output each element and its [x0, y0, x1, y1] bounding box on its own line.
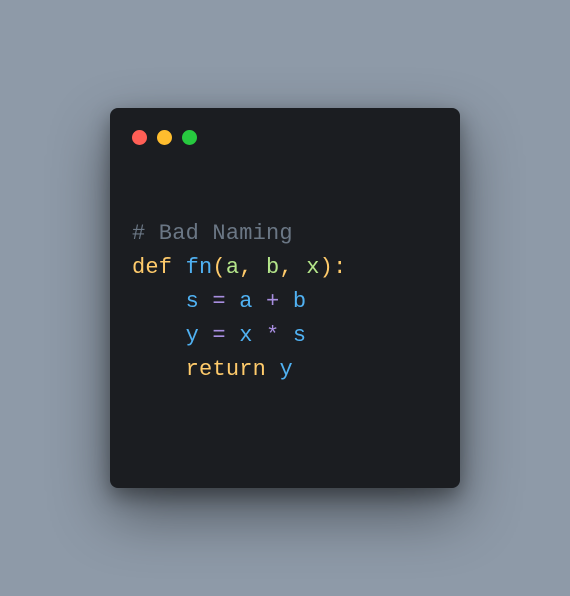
- close-icon[interactable]: [132, 130, 147, 145]
- op-eq: =: [212, 323, 225, 348]
- op-eq: =: [212, 289, 225, 314]
- space: [253, 289, 266, 314]
- zoom-icon[interactable]: [182, 130, 197, 145]
- space: [253, 323, 266, 348]
- comma: ,: [279, 255, 306, 280]
- window-controls: [132, 130, 440, 145]
- var-s: s: [293, 323, 306, 348]
- param-a: a: [226, 255, 239, 280]
- indent: [132, 289, 186, 314]
- code-window: # Bad Naming def fn(a, b, x): s = a + b …: [110, 108, 460, 488]
- minimize-icon[interactable]: [157, 130, 172, 145]
- indent: [132, 357, 186, 382]
- space: [279, 289, 292, 314]
- space: [279, 323, 292, 348]
- paren-open: (: [212, 255, 225, 280]
- var-a: a: [239, 289, 252, 314]
- op-plus: +: [266, 289, 279, 314]
- fn-name: fn: [186, 255, 213, 280]
- comma: ,: [239, 255, 266, 280]
- var-x: x: [239, 323, 252, 348]
- op-star: *: [266, 323, 279, 348]
- kw-def: def: [132, 255, 186, 280]
- paren-close: ): [320, 255, 333, 280]
- var-y: y: [186, 323, 199, 348]
- param-b: b: [266, 255, 279, 280]
- indent: [132, 323, 186, 348]
- space: [226, 289, 239, 314]
- colon: :: [333, 255, 346, 280]
- space: [226, 323, 239, 348]
- var-b: b: [293, 289, 306, 314]
- space: [199, 289, 212, 314]
- var-s: s: [186, 289, 199, 314]
- kw-return: return: [186, 357, 280, 382]
- space: [199, 323, 212, 348]
- var-y: y: [279, 357, 292, 382]
- stage: # Bad Naming def fn(a, b, x): s = a + b …: [0, 0, 570, 596]
- code-block: # Bad Naming def fn(a, b, x): s = a + b …: [132, 183, 440, 388]
- code-comment: # Bad Naming: [132, 221, 293, 246]
- param-x: x: [306, 255, 319, 280]
